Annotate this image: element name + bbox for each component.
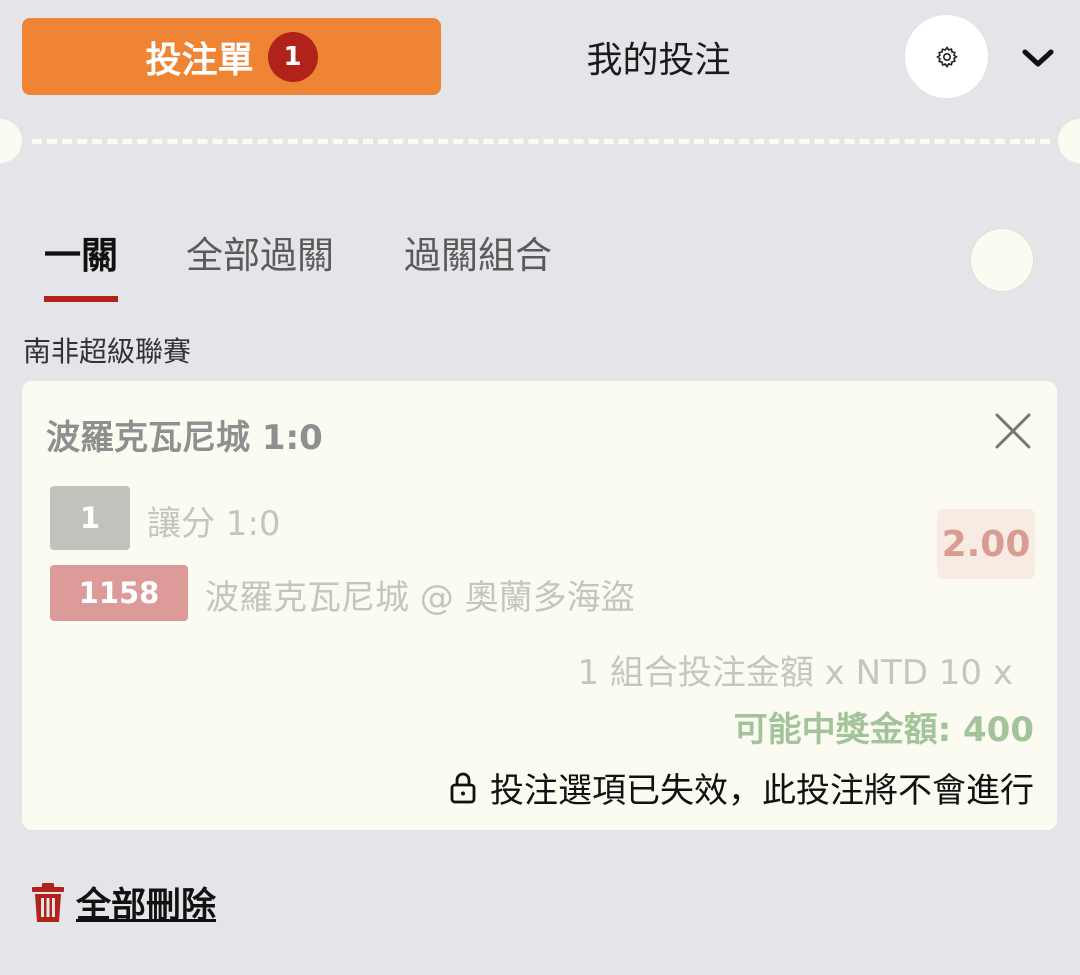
betslip-tab-label: 投注單 xyxy=(145,39,254,81)
tab-all-parlay[interactable]: 全部過關 xyxy=(186,228,334,308)
remove-bet-button[interactable] xyxy=(990,408,1036,454)
ticket-notch-right xyxy=(1058,119,1080,163)
event-code-tag: 1158 xyxy=(50,565,188,621)
delete-all-label: 全部刪除 xyxy=(76,886,217,926)
expired-text: 投注選項已失效，此投注將不會進行 xyxy=(490,771,1034,811)
ticket-divider xyxy=(32,139,1050,144)
tab-extra-circle xyxy=(970,228,1034,292)
my-bets-tab[interactable]: 我的投注 xyxy=(441,18,876,95)
selection-text: 讓分 1:0 xyxy=(147,504,281,544)
tab-single[interactable]: 一關 xyxy=(44,228,118,308)
ticket-notch-left xyxy=(0,119,22,163)
potential-winnings: 可能中獎金額: 400 xyxy=(733,710,1034,750)
settings-button[interactable] xyxy=(905,15,988,98)
bet-expired-notice: 投注選項已失效，此投注將不會進行 xyxy=(448,763,1034,812)
collapse-button[interactable] xyxy=(1010,36,1066,80)
stake-line: 1 組合投注金額 x NTD 10 x xyxy=(577,653,1013,693)
my-bets-tab-label: 我的投注 xyxy=(586,39,731,81)
chevron-down-icon xyxy=(1022,49,1054,67)
betslip-tab[interactable]: 投注單 1 xyxy=(22,18,441,95)
selection-number-tag: 1 xyxy=(50,486,130,550)
match-name: 波羅克瓦尼城 1:0 xyxy=(46,418,323,458)
event-text: 波羅克瓦尼城 @ 奧蘭多海盜 xyxy=(205,578,635,618)
gear-icon xyxy=(935,45,958,68)
odds-value: 2.00 xyxy=(937,509,1035,579)
lock-icon xyxy=(450,772,476,803)
betslip-count-badge: 1 xyxy=(267,31,318,82)
tab-parlay-combo[interactable]: 過關組合 xyxy=(404,228,552,308)
delete-all-button[interactable]: 全部刪除 xyxy=(30,877,216,928)
league-name: 南非超級聯賽 xyxy=(23,335,192,368)
close-icon xyxy=(995,413,1031,449)
bet-type-tabs: 一關 全部過關 過關組合 xyxy=(44,228,552,308)
trash-icon xyxy=(32,882,64,922)
